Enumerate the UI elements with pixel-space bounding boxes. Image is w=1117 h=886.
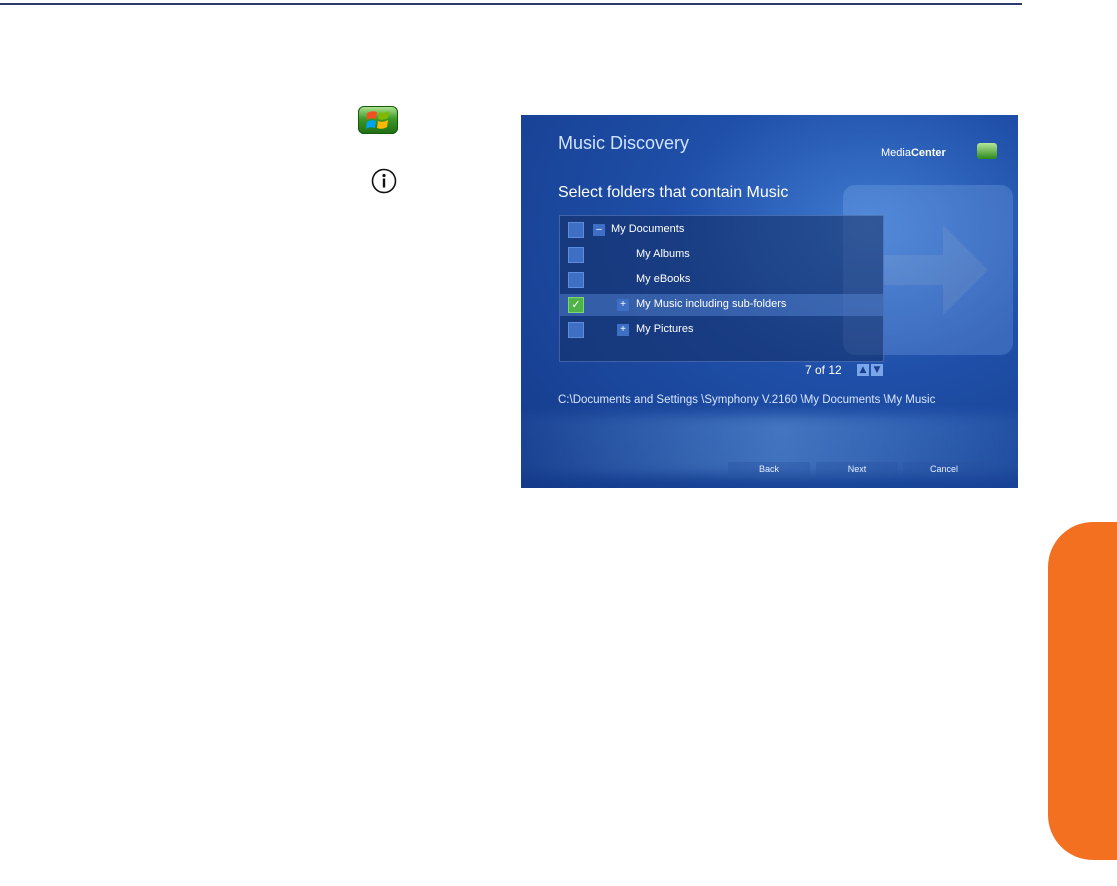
top-rule	[0, 3, 1022, 5]
folder-label: My Pictures	[636, 323, 694, 335]
folder-row-my-documents[interactable]: – My Documents	[560, 219, 883, 241]
checkbox[interactable]	[568, 247, 584, 263]
media-center-flag-icon	[977, 143, 997, 159]
folder-label: My eBooks	[636, 273, 691, 285]
page-up-icon[interactable]: ▲	[857, 364, 869, 376]
folder-label: My Documents	[611, 223, 685, 235]
expand-icon[interactable]: +	[617, 324, 629, 336]
page-heading: Select folders that contain Music	[558, 184, 789, 201]
checkbox-checked[interactable]: ✓	[568, 297, 584, 313]
back-button[interactable]: Back	[728, 462, 810, 476]
folder-row-my-music[interactable]: ✓ + My Music including sub-folders	[560, 294, 883, 316]
page-down-icon[interactable]: ▼	[871, 364, 883, 376]
next-button[interactable]: Next	[816, 462, 898, 476]
folder-path: C:\Documents and Settings \Symphony V.21…	[558, 394, 936, 406]
checkbox[interactable]	[568, 272, 584, 288]
folder-label: My Albums	[636, 248, 690, 260]
info-icon	[371, 168, 397, 194]
checkbox[interactable]	[568, 322, 584, 338]
window-title: Music Discovery	[558, 133, 690, 153]
expand-icon[interactable]: +	[617, 299, 629, 311]
orange-side-tab	[1048, 522, 1117, 860]
folder-row-my-pictures[interactable]: + My Pictures	[560, 319, 883, 341]
folder-row-my-ebooks[interactable]: My eBooks	[560, 269, 883, 291]
cancel-button[interactable]: Cancel	[903, 462, 985, 476]
folder-list: – My Documents My Albums My eBooks ✓ + M…	[559, 215, 884, 362]
media-center-logo: MediaCenter	[881, 147, 946, 159]
collapse-icon[interactable]: –	[593, 224, 605, 236]
page-counter: 7 of 12	[805, 363, 842, 377]
media-center-screen: Music Discovery MediaCenter Select folde…	[521, 115, 1018, 488]
windows-start-icon	[358, 106, 398, 134]
folder-label: My Music including sub-folders	[636, 298, 787, 310]
folder-row-my-albums[interactable]: My Albums	[560, 244, 883, 266]
checkbox[interactable]	[568, 222, 584, 238]
